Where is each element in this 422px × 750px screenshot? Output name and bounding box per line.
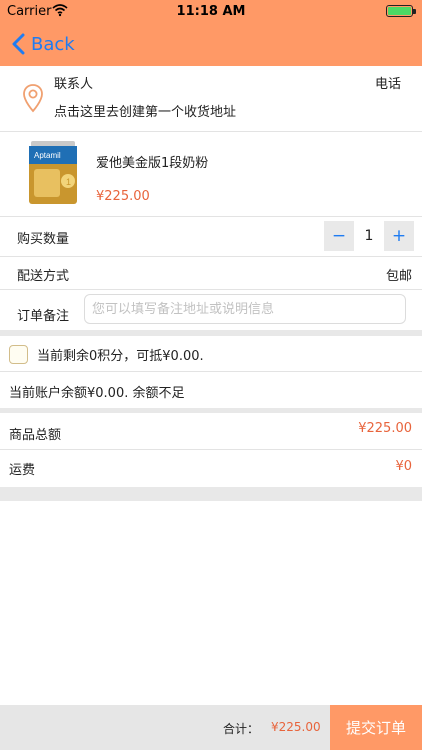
status-bar: Carrier 11:18 AM — [0, 0, 422, 22]
goods-total-value: ¥225.00 — [358, 421, 412, 436]
chevron-left-icon — [12, 33, 25, 55]
points-text: 当前剩余0积分，可抵¥0.00. — [37, 349, 204, 364]
status-time: 11:18 AM — [176, 4, 246, 19]
product-brand-text: Aptamil — [34, 151, 61, 160]
product-item[interactable]: Aptamil 1 爱他美金版1段奶粉 ¥225.00 — [0, 132, 422, 217]
quantity-value: 1 — [364, 228, 374, 244]
product-price: ¥225.00 — [96, 189, 150, 204]
balance-row: 当前账户余额¥0.00. 余额不足 — [0, 372, 422, 408]
product-name: 爱他美金版1段奶粉 — [96, 156, 209, 171]
svg-text:1: 1 — [66, 177, 71, 187]
points-checkbox[interactable] — [9, 345, 28, 364]
delivery-row: 配送方式 包邮 — [0, 257, 422, 290]
back-button[interactable]: Back — [11, 31, 75, 57]
balance-text: 当前账户余额¥0.00. 余额不足 — [9, 386, 185, 401]
quantity-label: 购买数量 — [17, 232, 70, 247]
remark-input[interactable] — [84, 294, 406, 324]
submit-order-button[interactable]: 提交订单 — [330, 705, 422, 750]
contact-label: 联系人 — [54, 77, 94, 92]
remark-row: 订单备注 — [0, 290, 422, 330]
phone-label: 电话 — [374, 77, 401, 92]
shipping-row: 运费 ¥0 — [0, 450, 422, 487]
remark-label: 订单备注 — [17, 309, 70, 324]
create-address-hint[interactable]: 点击这里去创建第一个收货地址 — [54, 101, 236, 120]
delivery-label: 配送方式 — [17, 269, 70, 284]
location-pin-icon — [23, 84, 43, 113]
product-image: Aptamil 1 — [29, 141, 77, 204]
decrement-button[interactable]: − — [324, 221, 354, 251]
total-label: 合计： — [223, 722, 260, 736]
quantity-row: 购买数量 − 1 + — [0, 217, 422, 257]
battery-icon — [386, 5, 416, 17]
points-row: 当前剩余0积分，可抵¥0.00. — [0, 336, 422, 372]
address-section[interactable]: 联系人 电话 点击这里去创建第一个收货地址 — [0, 66, 422, 132]
shipping-value: ¥0 — [395, 459, 412, 474]
goods-total-label: 商品总额 — [9, 428, 62, 443]
quantity-stepper: − 1 + — [324, 221, 414, 251]
checkout-bar: 合计： ¥225.00 提交订单 — [0, 705, 422, 750]
nav-bar: Back — [0, 22, 422, 66]
increment-button[interactable]: + — [384, 221, 414, 251]
delivery-value: 包邮 — [385, 269, 412, 284]
total-value: ¥225.00 — [271, 720, 321, 734]
shipping-label: 运费 — [9, 463, 36, 478]
back-label: Back — [31, 33, 75, 55]
goods-total-row: 商品总额 ¥225.00 — [0, 413, 422, 450]
section-divider — [0, 487, 422, 501]
